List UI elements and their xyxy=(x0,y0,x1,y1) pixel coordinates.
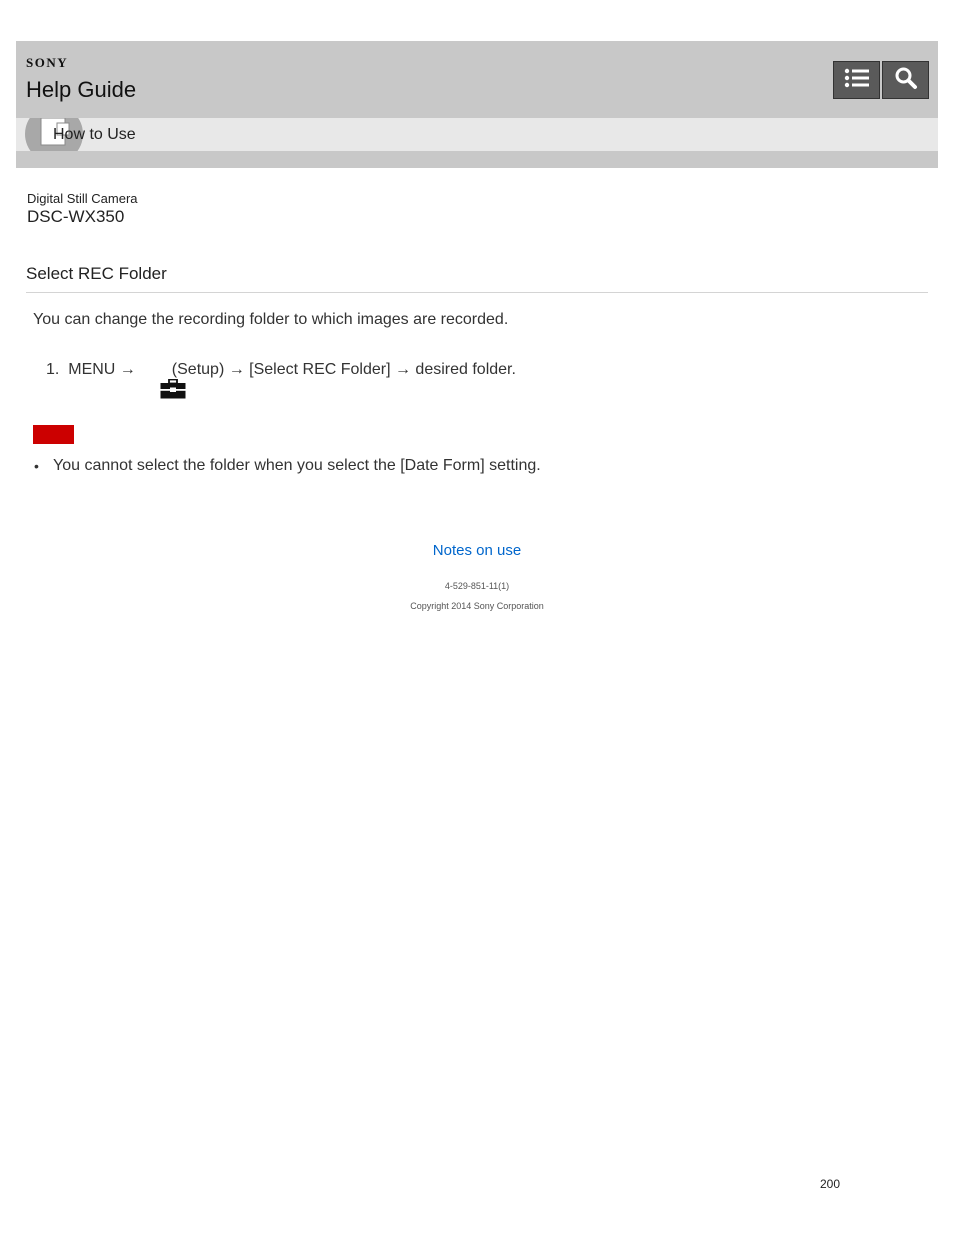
setup-toolbox-icon xyxy=(142,361,186,399)
notes-on-use-link[interactable]: Notes on use xyxy=(0,542,954,559)
note-badge xyxy=(33,425,74,444)
breadcrumb-how-to-use[interactable]: How to Use xyxy=(53,126,136,144)
table-of-contents-button[interactable] xyxy=(833,61,880,99)
site-header: SONY Help Guide How to Use xyxy=(16,41,938,168)
page-title: Select REC Folder xyxy=(26,264,167,283)
search-button[interactable] xyxy=(882,61,929,99)
step-1: 1. MENU → (Setup) → [Select REC Folder] … xyxy=(46,360,516,399)
step-number: 1. xyxy=(46,361,60,378)
page-number: 200 xyxy=(820,1177,841,1191)
header-button-group xyxy=(833,61,929,99)
product-category: Digital Still Camera xyxy=(27,191,138,206)
brand-logo: SONY xyxy=(26,55,69,70)
list-icon xyxy=(844,67,870,94)
product-model: DSC-WX350 xyxy=(27,207,125,226)
step-setup-text: (Setup) → [Select REC Folder] → desired … xyxy=(171,361,516,378)
note-item: • You cannot select the folder when you … xyxy=(34,457,541,475)
breadcrumb: How to Use xyxy=(16,118,938,151)
document-id: 4-529-851-11(1) xyxy=(444,581,510,591)
intro-text: You can change the recording folder to w… xyxy=(33,311,509,328)
copyright: Copyright 2014 Sony Corporation xyxy=(410,601,544,611)
app-title: Help Guide xyxy=(26,77,137,102)
search-icon xyxy=(894,66,918,95)
title-divider xyxy=(26,292,928,293)
step-menu-text: MENU → xyxy=(68,361,136,378)
bullet-icon: • xyxy=(34,458,39,474)
note-text: You cannot select the folder when you se… xyxy=(53,457,541,474)
